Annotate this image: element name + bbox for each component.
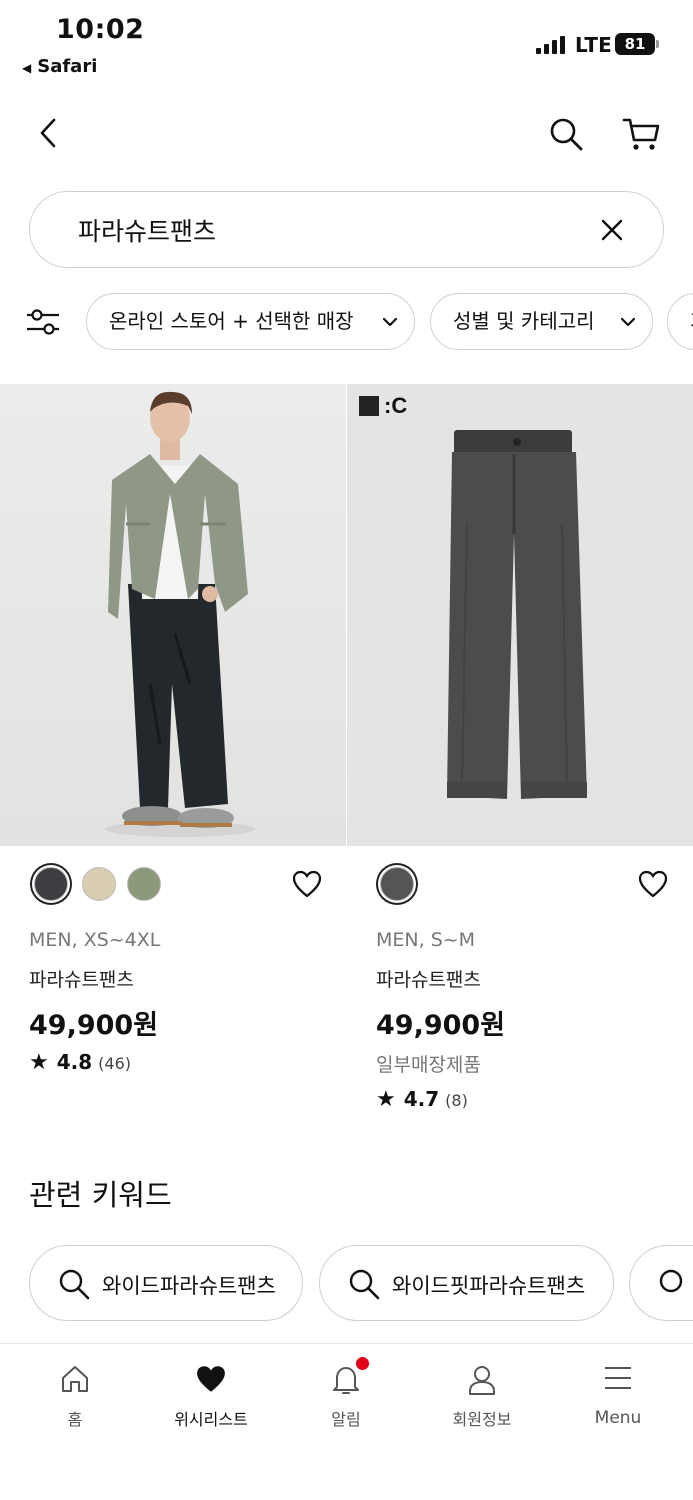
battery-level: 81	[615, 33, 655, 55]
rating-value: 4.7	[403, 1087, 440, 1111]
search-icon	[659, 1269, 683, 1293]
network-label: LTE	[575, 33, 612, 57]
nav-member-info[interactable]: 회원정보	[427, 1344, 537, 1444]
bottom-navigation: 홈 위시리스트 알림 회원정보 Menu	[0, 1343, 693, 1500]
uniqlo-c-logo: :C	[359, 395, 407, 417]
nav-home[interactable]: 홈	[20, 1344, 130, 1444]
cart-icon[interactable]	[622, 116, 662, 152]
menu-icon	[605, 1367, 631, 1389]
product-meta: MEN, XS~4XL	[29, 929, 161, 951]
nav-notifications[interactable]: 알림	[291, 1344, 401, 1444]
sliders-icon[interactable]	[25, 307, 61, 337]
nav-label: 위시리스트	[174, 1410, 248, 1429]
keyword-chip[interactable]	[629, 1245, 693, 1321]
nav-label: Menu	[594, 1408, 642, 1428]
search-icon	[59, 1269, 90, 1300]
keyword-label: 와이드핏파라슈트팬츠	[392, 1274, 586, 1298]
filter-chip-store[interactable]: 온라인 스토어 + 선택한 매장	[86, 293, 415, 350]
color-swatch[interactable]	[380, 867, 414, 901]
chevron-down-icon	[382, 317, 398, 327]
heart-icon[interactable]	[292, 870, 322, 898]
search-input[interactable]	[78, 210, 578, 250]
filter-chip-category[interactable]: 성별 및 카테고리	[430, 293, 653, 350]
back-app-label: Safari	[37, 56, 98, 77]
signal-icon	[536, 36, 566, 54]
search-box[interactable]	[29, 191, 664, 268]
heart-icon[interactable]	[638, 870, 668, 898]
product-image[interactable]	[0, 384, 346, 846]
nav-wishlist[interactable]: 위시리스트	[156, 1344, 266, 1444]
battery-icon: 81	[615, 33, 659, 55]
product-name[interactable]: 파라슈트팬츠	[376, 965, 481, 992]
product-meta: MEN, S~M	[376, 929, 476, 951]
back-triangle-icon: ◀	[22, 61, 32, 75]
review-count: (8)	[445, 1091, 468, 1110]
model-photo	[0, 384, 346, 846]
product-rating: ★ 4.8 (46)	[29, 1050, 131, 1075]
bell-icon	[333, 1367, 359, 1394]
nav-label: 회원정보	[452, 1410, 512, 1429]
keyword-label: 와이드파라슈트팬츠	[102, 1274, 276, 1298]
star-icon: ★	[29, 1050, 49, 1075]
product-price: 49,900원	[376, 1010, 506, 1041]
status-bar: 10:02 ◀ Safari LTE 81	[0, 0, 693, 90]
close-icon[interactable]	[600, 218, 624, 242]
keyword-chip[interactable]: 와이드핏파라슈트팬츠	[319, 1245, 614, 1321]
review-count: (46)	[98, 1054, 132, 1073]
rating-value: 4.8	[56, 1050, 93, 1074]
notification-badge	[356, 1357, 369, 1370]
product-name[interactable]: 파라슈트팬츠	[29, 965, 134, 992]
pants-photo	[347, 384, 693, 846]
back-chevron-icon[interactable]	[36, 116, 64, 150]
nav-label: 알림	[331, 1410, 361, 1429]
color-swatch[interactable]	[127, 867, 161, 901]
keyword-chip[interactable]: 와이드파라슈트팬츠	[29, 1245, 303, 1321]
color-swatch[interactable]	[34, 867, 68, 901]
search-icon	[349, 1269, 380, 1300]
user-icon	[469, 1366, 495, 1395]
search-icon[interactable]	[548, 116, 584, 152]
star-icon: ★	[376, 1087, 396, 1112]
chevron-down-icon	[620, 317, 636, 327]
product-price: 49,900원	[29, 1010, 159, 1041]
filter-row: 온라인 스토어 + 선택한 매장 성별 및 카테고리 가	[0, 293, 693, 351]
product-image[interactable]: :C	[347, 384, 693, 846]
color-swatch[interactable]	[82, 867, 116, 901]
filter-chip-label: 온라인 스토어 + 선택한 매장	[109, 309, 354, 333]
filter-chip-more[interactable]: 가	[667, 293, 693, 350]
related-keywords-title: 관련 키워드	[29, 1178, 172, 1212]
nav-label: 홈	[67, 1410, 83, 1429]
filter-chip-label: 성별 및 카테고리	[453, 309, 595, 333]
back-to-app-link[interactable]: ◀ Safari	[22, 56, 97, 77]
clock: 10:02	[56, 14, 145, 45]
stock-note: 일부매장제품	[376, 1054, 481, 1076]
home-icon	[62, 1366, 88, 1392]
heart-filled-icon	[197, 1366, 225, 1392]
product-rating: ★ 4.7 (8)	[376, 1087, 468, 1112]
nav-menu[interactable]: Menu	[563, 1344, 673, 1444]
